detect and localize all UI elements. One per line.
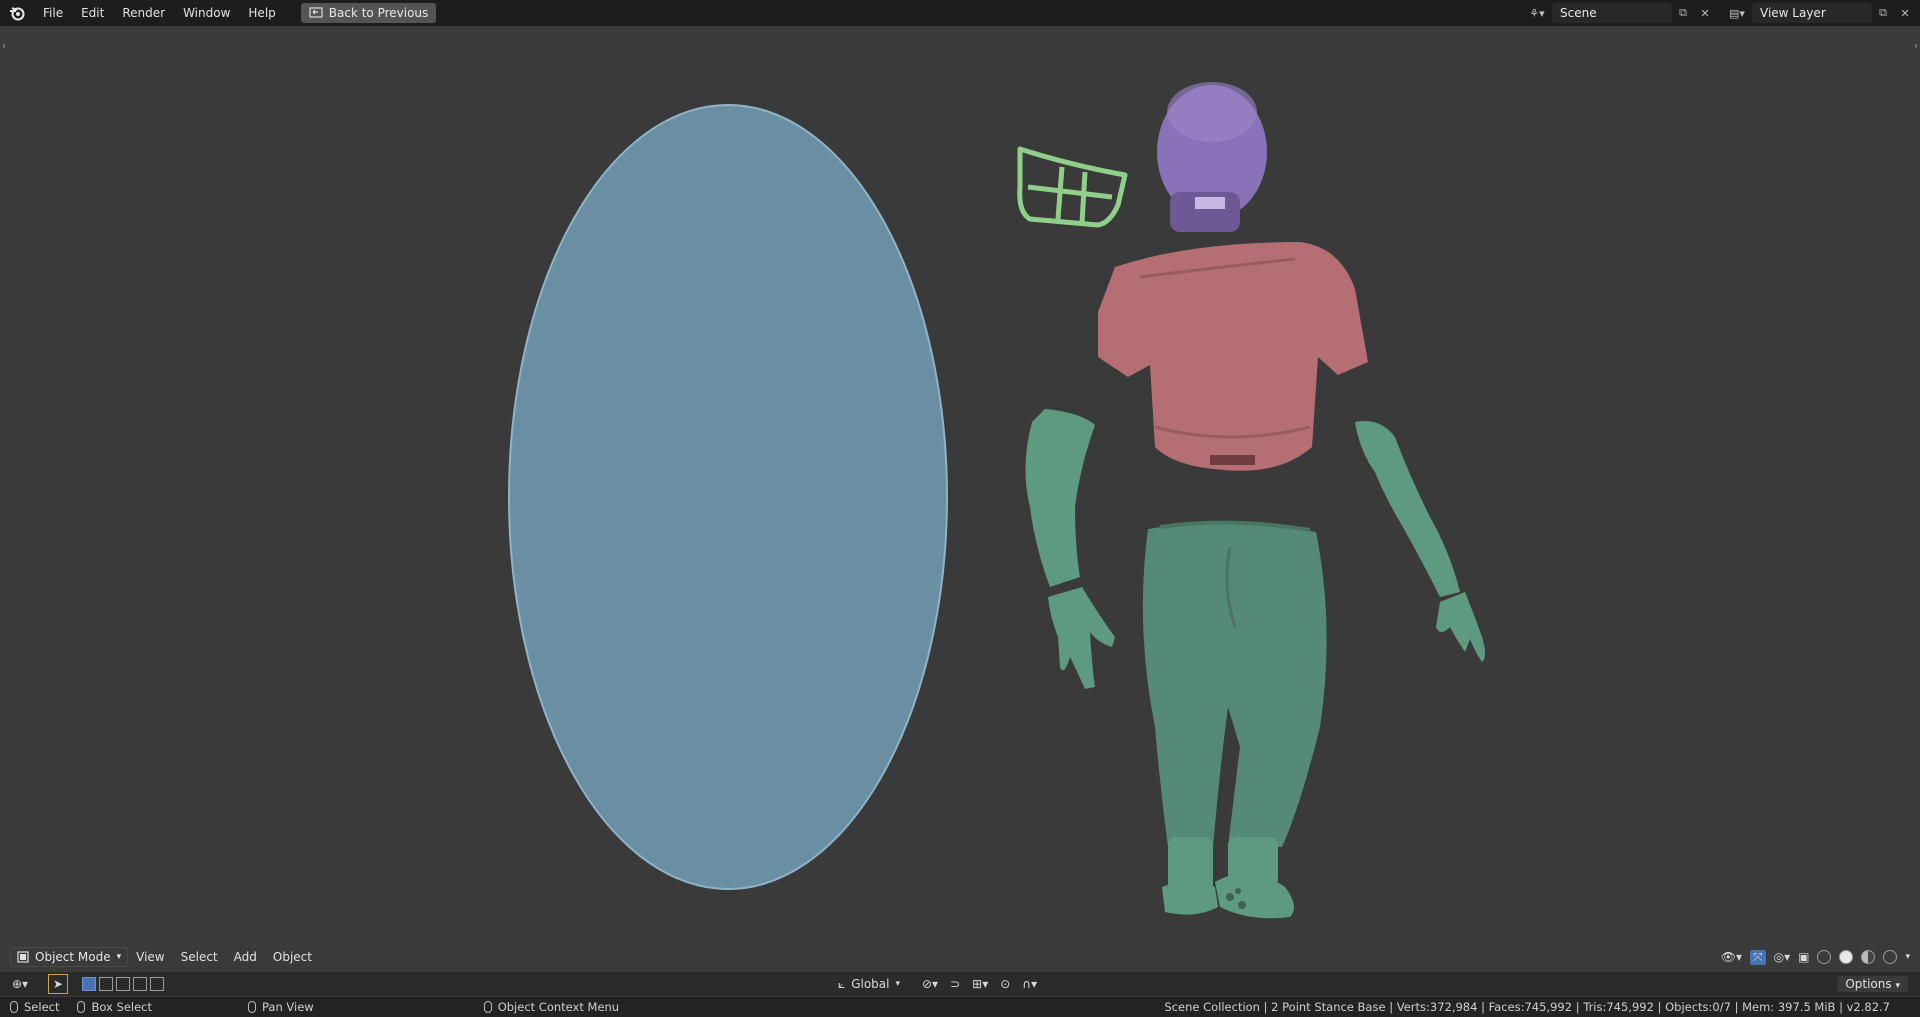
snap-toggle-icon[interactable]: ⊃: [950, 977, 960, 991]
wireframe-shading-icon[interactable]: [1817, 950, 1832, 964]
top-bar: File Edit Render Window Help Back to Pre…: [0, 0, 1920, 26]
3d-viewport[interactable]: › ‹: [0, 27, 1920, 975]
object-mode-icon: [17, 951, 29, 963]
view-layer-icon[interactable]: ▤▾: [1722, 3, 1752, 23]
menu-render[interactable]: Render: [113, 0, 174, 26]
object-mode-label: Object Mode: [35, 950, 111, 964]
chevron-down-icon: ▾: [1895, 981, 1900, 991]
jersey: [1098, 242, 1368, 471]
editor-type-icon[interactable]: ⊕▾: [12, 977, 28, 991]
right-arm: [1355, 421, 1485, 662]
right-leg: [1215, 837, 1294, 919]
base-disc: [508, 104, 948, 890]
remove-scene-icon[interactable]: ✕: [1694, 3, 1716, 23]
status-bar: Select Box Select Pan View Object Contex…: [0, 997, 1920, 1017]
gizmo-toggle-icon[interactable]: ⤧: [1750, 949, 1766, 965]
facemask: [1017, 146, 1128, 228]
menu-help[interactable]: Help: [239, 0, 284, 26]
orientation-icon: ⟀: [838, 976, 846, 991]
xray-toggle-icon[interactable]: ▣: [1798, 950, 1809, 964]
pants: [1142, 520, 1327, 847]
viewport-menu-object[interactable]: Object: [265, 947, 320, 967]
rendered-shading-icon[interactable]: [1883, 950, 1898, 964]
left-leg: [1162, 837, 1218, 915]
tool-header: ⊕▾ ➤ ⟀ Global ▾ ⊘▾ ⊃ ⊞▾ ⊙ ∩▾ Options ▾: [0, 972, 1920, 996]
scene-selector: ⚘▾ Scene ⧉ ✕: [1522, 0, 1716, 26]
options-dropdown[interactable]: Options ▾: [1837, 976, 1908, 992]
material-shading-icon[interactable]: [1861, 950, 1876, 964]
menu-window[interactable]: Window: [174, 0, 239, 26]
select-extend-icon[interactable]: [99, 977, 114, 991]
visibility-icon[interactable]: 👁▾: [1721, 950, 1742, 964]
viewport-menu-view[interactable]: View: [128, 947, 172, 967]
status-select: Select: [24, 1000, 60, 1014]
shading-options-icon[interactable]: ▾: [1905, 952, 1910, 962]
solid-shading-icon[interactable]: [1839, 950, 1854, 964]
chevron-down-icon: ▾: [895, 979, 901, 989]
remove-view-layer-icon[interactable]: ✕: [1894, 3, 1916, 23]
scene-field[interactable]: Scene: [1552, 3, 1672, 23]
status-box-select: Box Select: [91, 1000, 152, 1014]
left-arm: [1025, 409, 1115, 689]
snap-proportional-controls: ⊘▾ ⊃ ⊞▾ ⊙ ∩▾: [922, 977, 1037, 991]
view-layer-field[interactable]: View Layer: [1752, 3, 1872, 23]
viewport-display-controls: 👁▾ ⤧ ◎▾ ▣ ▾: [1721, 949, 1910, 965]
viewport-menu-add[interactable]: Add: [226, 947, 265, 967]
viewport-menu-select[interactable]: Select: [173, 947, 226, 967]
object-mode-dropdown[interactable]: Object Mode ▾: [10, 947, 129, 967]
select-intersect-icon[interactable]: [150, 977, 165, 991]
overlay-toggle-icon[interactable]: ◎▾: [1774, 950, 1791, 964]
mouse-middle-icon: [248, 1001, 256, 1013]
select-new-icon[interactable]: [82, 977, 97, 991]
back-screen-icon: [309, 7, 323, 19]
mouse-right-icon: [483, 1001, 492, 1013]
selection-mode-group: [82, 977, 165, 991]
back-to-previous-button[interactable]: Back to Previous: [300, 3, 437, 23]
select-subtract-icon[interactable]: [116, 977, 131, 991]
falloff-icon[interactable]: ∩▾: [1022, 977, 1037, 991]
transform-orientation-dropdown[interactable]: ⟀ Global ▾: [838, 977, 900, 992]
options-label: Options: [1845, 977, 1892, 991]
pivot-point-icon[interactable]: ⊘▾: [922, 977, 938, 991]
viewport-header: Object Mode ▾ View Select Add Object 👁▾ …: [0, 947, 1920, 967]
new-scene-icon[interactable]: ⧉: [1672, 3, 1694, 23]
status-context-menu: Object Context Menu: [497, 1000, 620, 1014]
mouse-drag-icon: [77, 1001, 86, 1013]
proportional-edit-icon[interactable]: ⊙: [1000, 977, 1010, 991]
back-to-previous-label: Back to Previous: [328, 6, 429, 20]
view-layer-selector: ▤▾ View Layer ⧉ ✕: [1722, 0, 1916, 26]
select-tool-icon[interactable]: ➤: [48, 974, 69, 994]
blender-logo-icon[interactable]: [0, 0, 34, 26]
scene-statistics: Scene Collection | 2 Point Stance Base |…: [1164, 1000, 1890, 1014]
menu-file[interactable]: File: [34, 0, 72, 26]
scene-render: [508, 82, 1485, 919]
menu-edit[interactable]: Edit: [72, 0, 113, 26]
transform-orientation-label: Global: [851, 977, 890, 991]
chevron-down-icon: ▾: [116, 952, 122, 962]
helmet: [1157, 82, 1267, 232]
status-pan-view: Pan View: [262, 1000, 314, 1014]
mouse-left-icon: [10, 1001, 18, 1013]
snap-target-icon[interactable]: ⊞▾: [972, 977, 988, 991]
scene-icon[interactable]: ⚘▾: [1522, 3, 1552, 23]
new-view-layer-icon[interactable]: ⧉: [1872, 3, 1894, 23]
select-invert-icon[interactable]: [133, 977, 148, 991]
